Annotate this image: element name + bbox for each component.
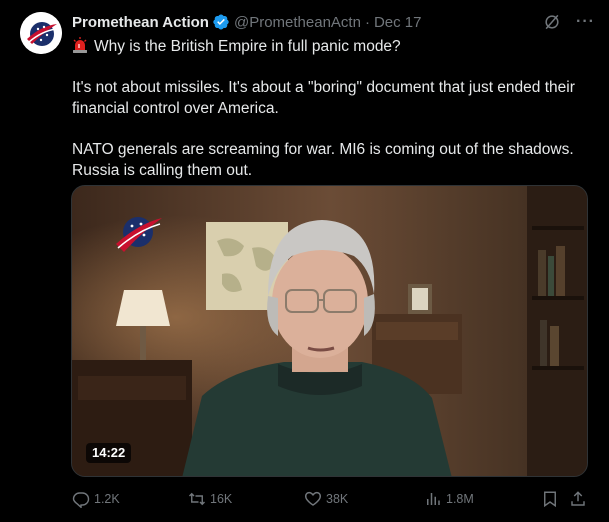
video-player[interactable]	[71, 185, 588, 477]
video-duration: 14:22	[86, 443, 132, 463]
header-actions: ···	[542, 12, 595, 32]
grok-icon[interactable]	[542, 12, 562, 32]
tweet-line-1-text: Why is the British Empire in full panic …	[94, 38, 401, 55]
views-button[interactable]: 1.8M	[424, 490, 474, 508]
share-button[interactable]	[569, 490, 587, 508]
more-icon[interactable]: ···	[576, 13, 595, 31]
repost-icon	[188, 492, 206, 506]
reply-count: 1.2K	[94, 492, 120, 506]
heart-icon	[305, 491, 321, 506]
promethean-logo-icon	[20, 12, 62, 54]
tweet-header: Promethean Action @PrometheanActn · Dec …	[72, 12, 595, 32]
reply-icon	[72, 492, 90, 508]
author-name[interactable]: Promethean Action	[72, 14, 209, 31]
video-thumbnail	[72, 186, 587, 476]
author-handle[interactable]: @PrometheanActn	[234, 14, 361, 31]
tweet-date[interactable]: Dec 17	[374, 14, 422, 31]
bookmark-button[interactable]	[541, 490, 559, 508]
like-button[interactable]: 38K	[304, 490, 348, 508]
tweet-actions: 1.2K 16K 38K 1.8M	[72, 488, 590, 510]
like-count: 38K	[326, 492, 349, 506]
tweet-line-1: Why is the British Empire in full panic …	[72, 36, 592, 57]
tweet-paragraph-2: It's not about missiles. It's about a "b…	[72, 79, 575, 117]
views-icon	[427, 493, 440, 505]
repost-count: 16K	[210, 492, 233, 506]
verified-badge-icon	[213, 14, 229, 30]
bookmark-icon	[544, 491, 556, 508]
siren-emoji-icon	[73, 37, 87, 53]
share-icon	[571, 491, 585, 506]
reply-button[interactable]: 1.2K	[72, 490, 120, 508]
author-avatar[interactable]	[20, 12, 62, 54]
tweet-paragraph-3: NATO generals are screaming for war. MI6…	[72, 141, 574, 179]
view-count: 1.8M	[446, 492, 474, 506]
repost-button[interactable]: 16K	[188, 490, 232, 508]
separator-dot: ·	[364, 13, 370, 31]
tweet[interactable]: Promethean Action @PrometheanActn · Dec …	[0, 0, 609, 522]
tweet-text: Why is the British Empire in full panic …	[72, 36, 592, 181]
